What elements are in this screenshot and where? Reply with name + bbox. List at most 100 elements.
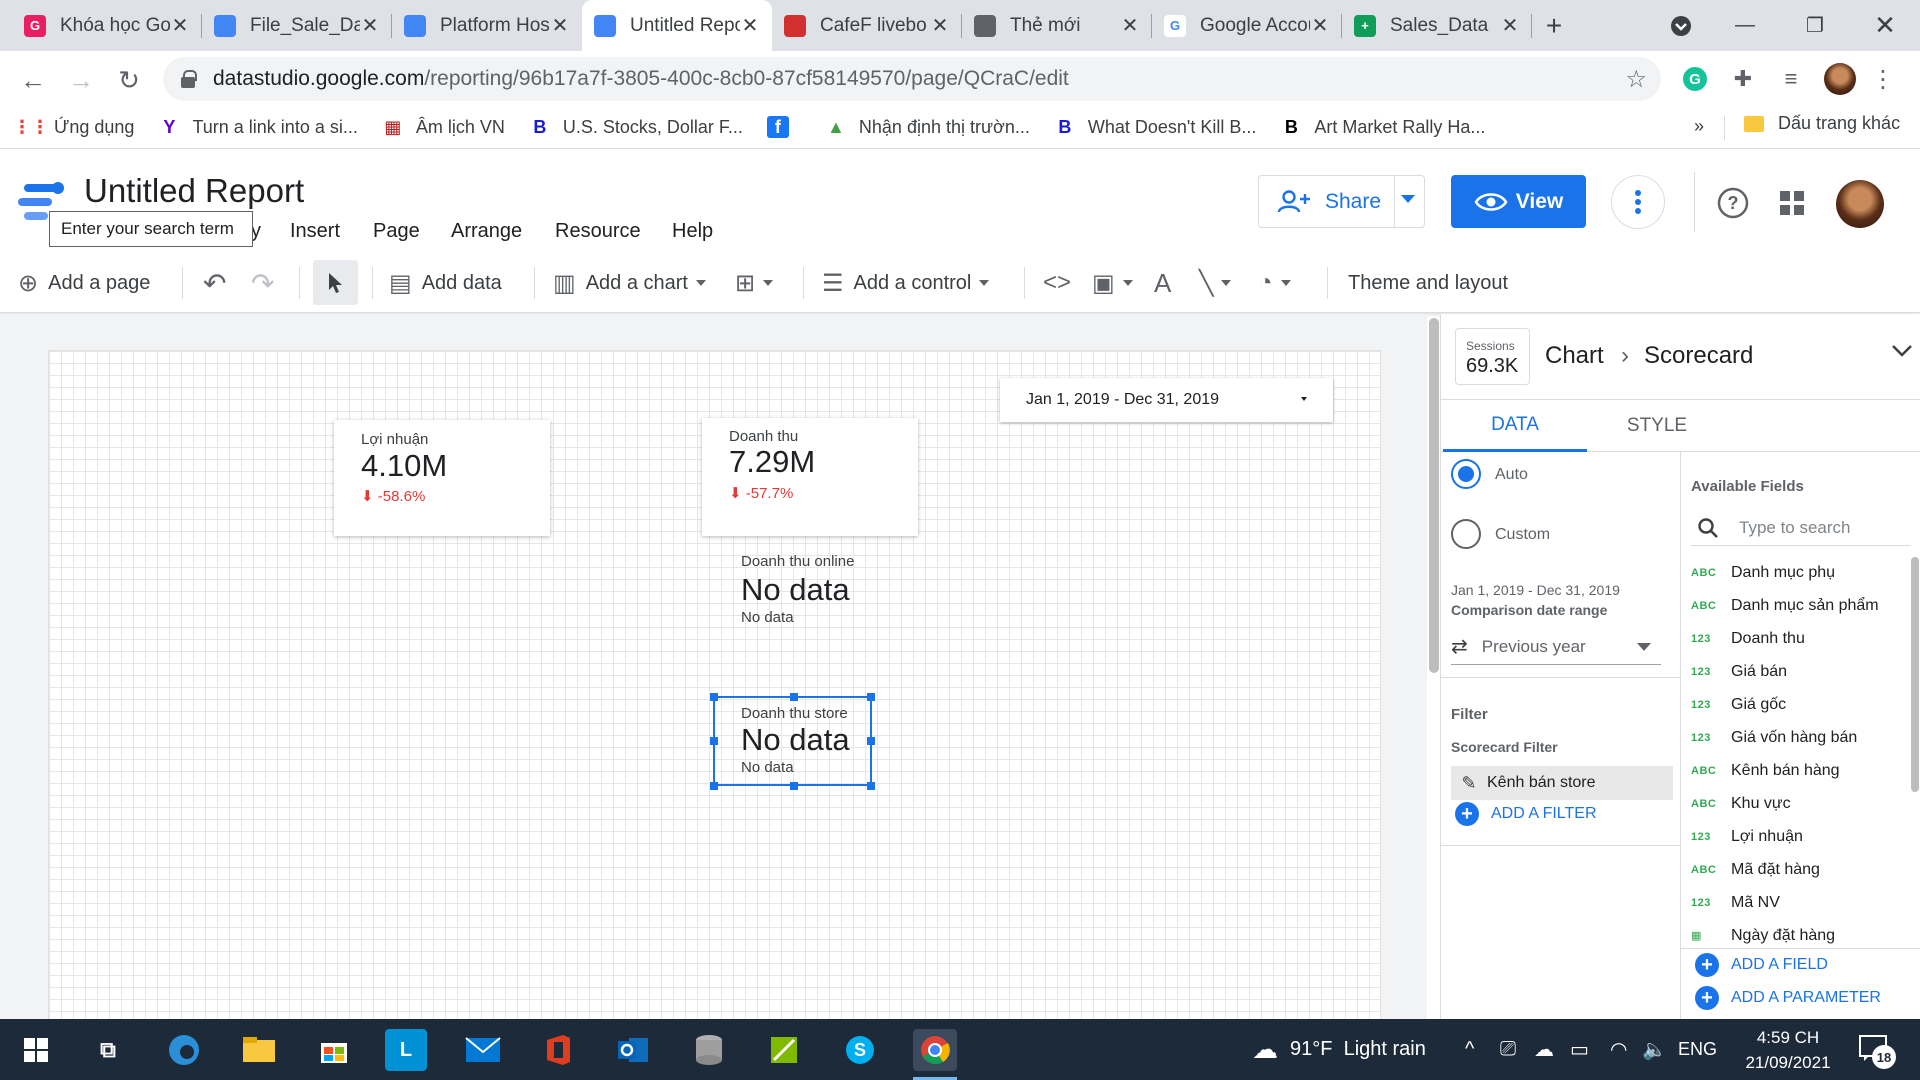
edge-icon[interactable] (163, 1029, 205, 1071)
close-tab-icon[interactable]: ✕ (930, 13, 950, 38)
breadcrumb-chart[interactable]: Chart (1545, 342, 1604, 370)
community-viz-button[interactable]: ⊞ (735, 253, 774, 313)
shape-button[interactable]: ◔ (1258, 253, 1291, 313)
field-item[interactable]: ▦ Ngày đặt hàng (1691, 919, 1911, 946)
close-window-icon[interactable]: ✕ (1850, 0, 1920, 51)
account-avatar[interactable] (1836, 180, 1884, 228)
profile-avatar[interactable] (1824, 63, 1856, 95)
bookmark-item[interactable]: B Art Market Rally Ha... (1280, 116, 1486, 138)
add-field-link[interactable]: + ADD A FIELD (1695, 953, 1828, 977)
extensions-puzzle-icon[interactable]: ✚ (1728, 64, 1758, 94)
field-item[interactable]: ABC Danh mục phụ (1691, 556, 1911, 589)
field-item[interactable]: ABC Mã đặt hàng (1691, 853, 1911, 886)
chrome-taskbar-icon[interactable] (913, 1029, 957, 1071)
close-tab-icon[interactable]: ✕ (1120, 13, 1140, 38)
share-button[interactable]: Share (1258, 175, 1425, 228)
help-icon[interactable]: ? (1715, 185, 1751, 221)
field-item[interactable]: 123 Giá gốc (1691, 688, 1911, 721)
text-box-icon[interactable]: A (1154, 253, 1171, 313)
add-data-button[interactable]: ▤ Add data (389, 253, 502, 313)
weather-widget[interactable]: ☁ 91°F Light rain (1252, 1019, 1426, 1080)
share-dropdown-icon[interactable] (1401, 195, 1415, 203)
theme-layout-button[interactable]: Theme and layout (1348, 253, 1508, 313)
add-filter-link[interactable]: + ADD A FILTER (1455, 802, 1597, 826)
scorecard-doanh-thu-store[interactable]: Doanh thu store No data No data (713, 696, 872, 786)
bookmark-item[interactable]: ▲ Nhận định thị trườn... (825, 116, 1030, 138)
mail-icon[interactable] (462, 1029, 504, 1071)
chrome-menu-icon[interactable]: ⋮ (1868, 64, 1898, 94)
restore-icon[interactable]: ❐ (1780, 0, 1850, 51)
resize-handle[interactable] (867, 782, 875, 790)
browser-tab[interactable]: G Google Account✕ (1152, 0, 1342, 51)
bookmark-star-icon[interactable]: ☆ (1625, 65, 1647, 94)
browser-tab[interactable]: CafeF livebo ✕ (772, 0, 962, 51)
resize-handle[interactable] (710, 693, 718, 701)
resize-handle[interactable] (710, 782, 718, 790)
collapse-panel-icon[interactable] (1891, 344, 1913, 363)
bookmark-item[interactable]: f (766, 116, 801, 138)
menu-insert[interactable]: Insert (290, 220, 340, 243)
menu-page[interactable]: Page (373, 220, 420, 243)
field-search-input[interactable]: Type to search (1691, 510, 1911, 546)
tab-search-icon[interactable] (1646, 0, 1716, 51)
bookmark-item[interactable]: Y Turn a link into a si... (158, 116, 357, 138)
battery-icon[interactable]: ▭ (1570, 1019, 1589, 1080)
clock[interactable]: 4:59 CH 21/09/2021 (1734, 1025, 1842, 1075)
field-item[interactable]: 123 Mã NV (1691, 886, 1911, 919)
menu-resource[interactable]: Resource (555, 220, 641, 243)
radio-custom[interactable] (1451, 519, 1481, 549)
new-tab-button[interactable]: + (1532, 0, 1576, 51)
minimize-icon[interactable]: — (1710, 0, 1780, 51)
notifications-icon[interactable]: 18 (1858, 1033, 1896, 1069)
other-bookmarks[interactable]: Dấu trang khác (1744, 113, 1900, 134)
scorecard-doanh-thu-online[interactable]: Doanh thu online No data No data (714, 550, 874, 630)
browser-tab[interactable]: Untitled Report✕ (582, 0, 772, 51)
chart-type-chip[interactable]: Sessions 69.3K (1455, 328, 1530, 385)
fields-scrollbar[interactable] (1911, 557, 1919, 792)
input-language[interactable]: ENG (1678, 1019, 1717, 1080)
close-tab-icon[interactable]: ✕ (360, 13, 380, 38)
onedrive-icon[interactable]: ☁ (1534, 1019, 1554, 1080)
bookmark-item[interactable]: B U.S. Stocks, Dollar F... (529, 116, 743, 138)
add-parameter-link[interactable]: + ADD A PARAMETER (1695, 986, 1881, 1010)
bookmark-item[interactable]: ⋮⋮ Ứng dụng (13, 116, 134, 138)
redo-icon[interactable]: ↷ (251, 253, 274, 313)
browser-tab[interactable]: G Khóa học Google✕ (12, 0, 202, 51)
grammarly-icon[interactable]: G (1680, 64, 1710, 94)
volume-icon[interactable]: 🔈 (1642, 1019, 1667, 1080)
tab-data[interactable]: DATA (1443, 400, 1587, 452)
store-icon[interactable] (313, 1029, 355, 1071)
bookmark-item[interactable]: ▦ Âm lịch VN (382, 116, 505, 138)
skype-icon[interactable]: S (839, 1029, 881, 1071)
scorecard-doanh-thu[interactable]: Doanh thu 7.29M ⬇ -57.7% (702, 418, 918, 536)
browser-tab[interactable]: File_Sale_Data✕ (202, 0, 392, 51)
reload-icon[interactable]: ↻ (112, 63, 146, 97)
tray-overflow-icon[interactable]: ^ (1465, 1019, 1474, 1080)
field-item[interactable]: ABC Khu vực (1691, 787, 1911, 820)
database-icon[interactable] (688, 1029, 730, 1071)
close-tab-icon[interactable]: ✕ (740, 13, 760, 38)
tab-style[interactable]: STYLE (1585, 400, 1729, 452)
embed-code-icon[interactable]: <> (1043, 253, 1071, 313)
snipping-tool-icon[interactable] (763, 1029, 805, 1071)
menu-arrange[interactable]: Arrange (451, 220, 522, 243)
office-icon[interactable] (537, 1029, 579, 1071)
scorecard-loi-nhuan[interactable]: Lợi nhuận 4.10M ⬇ -58.6% (334, 420, 550, 536)
lark-l-icon[interactable]: L (385, 1029, 427, 1071)
close-tab-icon[interactable]: ✕ (1310, 13, 1330, 38)
close-tab-icon[interactable]: ✕ (170, 13, 190, 38)
undo-icon[interactable]: ↶ (203, 253, 226, 313)
resize-handle[interactable] (710, 737, 718, 745)
add-chart-button[interactable]: ▥ Add a chart (553, 253, 706, 313)
media-control-icon[interactable]: ≡ (1776, 64, 1806, 94)
task-view-icon[interactable]: ⧉ (87, 1029, 129, 1071)
comparison-select[interactable]: ⇄ Previous year (1451, 629, 1661, 665)
field-item[interactable]: 123 Giá bán (1691, 655, 1911, 688)
lock-icon[interactable] (181, 70, 197, 88)
more-options-button[interactable] (1611, 175, 1665, 229)
view-button[interactable]: View (1451, 175, 1586, 228)
bookmark-item[interactable]: B What Doesn't Kill B... (1054, 116, 1256, 138)
image-button[interactable]: ▣ (1092, 253, 1133, 313)
date-range-control[interactable]: Jan 1, 2019 - Dec 31, 2019 (1000, 378, 1333, 422)
menu-help[interactable]: Help (672, 220, 713, 243)
